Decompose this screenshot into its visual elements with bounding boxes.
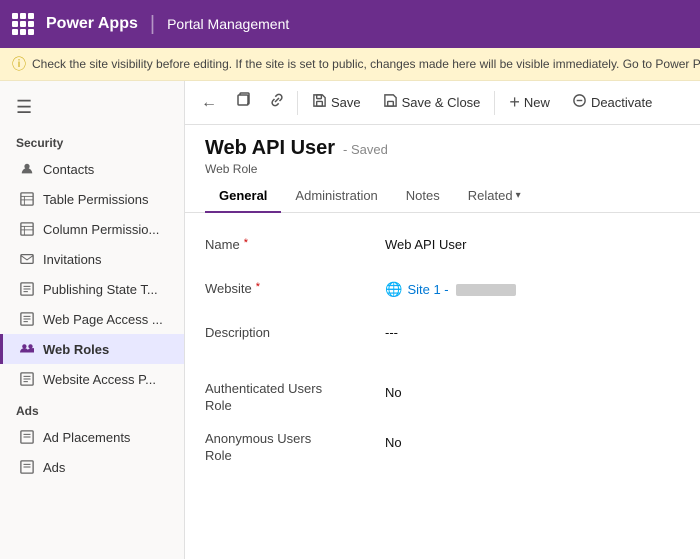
save-close-button[interactable]: Save & Close — [373, 88, 491, 117]
new-icon: + — [509, 92, 520, 113]
app-launcher-icon[interactable] — [12, 13, 34, 35]
back-icon: ← — [201, 94, 217, 112]
name-field-row: Name * Web API User — [205, 233, 680, 261]
authenticated-users-label: Authenticated Users Role — [205, 381, 385, 415]
tabs: General Administration Notes Related ▾ — [185, 180, 700, 213]
warning-text: Check the site visibility before editing… — [32, 57, 700, 71]
authenticated-users-value: No — [385, 381, 680, 400]
warning-bar: ⓘ Check the site visibility before editi… — [0, 48, 700, 81]
new-button[interactable]: + New — [499, 87, 560, 118]
sidebar-item-contacts-label: Contacts — [43, 162, 94, 177]
website-field-row: Website * 🌐 Site 1 - — [205, 277, 680, 305]
sidebar-item-publishing-state[interactable]: Publishing State T... — [0, 274, 184, 304]
record-title: Web API User — [205, 137, 335, 160]
copy-icon — [235, 92, 251, 113]
globe-icon: 🌐 — [385, 281, 402, 298]
sidebar-item-website-access[interactable]: Website Access P... — [0, 364, 184, 394]
invitations-icon — [19, 251, 35, 267]
sidebar-item-ad-placements[interactable]: Ad Placements — [0, 422, 184, 452]
sidebar-item-table-permissions[interactable]: Table Permissions — [0, 184, 184, 214]
tab-notes[interactable]: Notes — [392, 180, 454, 213]
chevron-down-icon: ▾ — [516, 190, 521, 201]
ads-icon — [19, 459, 35, 475]
website-label: Website * — [205, 277, 385, 296]
sidebar-item-web-page-access[interactable]: Web Page Access ... — [0, 304, 184, 334]
form-content: Name * Web API User Website * 🌐 Site 1 - — [185, 213, 700, 559]
link-button[interactable] — [261, 87, 293, 119]
record-type: Web Role — [205, 162, 680, 176]
anonymous-users-row: Anonymous Users Role No — [205, 431, 680, 465]
deactivate-button[interactable]: Deactivate — [562, 88, 662, 117]
description-field-row: Description --- — [205, 321, 680, 349]
record-saved-status: - Saved — [343, 142, 388, 157]
main-content: ← Save — [185, 81, 700, 559]
sidebar-item-invitations-label: Invitations — [43, 252, 102, 267]
new-label: New — [524, 95, 550, 110]
website-blurred — [456, 284, 516, 296]
toolbar-separator-2 — [494, 91, 495, 115]
tab-administration[interactable]: Administration — [281, 180, 391, 213]
app-name: Power Apps — [46, 15, 138, 33]
form-gap-2 — [205, 373, 680, 381]
link-icon — [269, 92, 285, 113]
sidebar-item-column-permissions[interactable]: Column Permissio... — [0, 214, 184, 244]
sidebar-item-invitations[interactable]: Invitations — [0, 244, 184, 274]
name-value: Web API User — [385, 233, 680, 252]
anonymous-users-label: Anonymous Users Role — [205, 431, 385, 465]
warning-icon: ⓘ — [12, 54, 26, 74]
sidebar-item-column-permissions-label: Column Permissio... — [43, 222, 159, 237]
tab-general[interactable]: General — [205, 180, 281, 213]
sidebar: ☰ Security Contacts Table Permissions Co… — [0, 81, 185, 559]
form-gap — [205, 365, 680, 373]
sidebar-item-web-page-access-label: Web Page Access ... — [43, 312, 163, 327]
save-button[interactable]: Save — [302, 88, 371, 117]
topbar-divider: | — [150, 13, 155, 36]
sidebar-item-web-roles-label: Web Roles — [43, 342, 109, 357]
description-value: --- — [385, 321, 680, 340]
website-link[interactable]: Site 1 - — [407, 282, 448, 297]
sidebar-item-ads[interactable]: Ads — [0, 452, 184, 482]
save-label: Save — [331, 95, 361, 110]
sidebar-item-website-access-label: Website Access P... — [43, 372, 156, 387]
portal-title: Portal Management — [167, 16, 289, 32]
tab-related[interactable]: Related ▾ — [454, 180, 535, 213]
deactivate-label: Deactivate — [591, 95, 652, 110]
web-roles-icon — [19, 341, 35, 357]
toolbar-separator-1 — [297, 91, 298, 115]
website-required-star: * — [256, 281, 260, 293]
sidebar-item-contacts[interactable]: Contacts — [0, 154, 184, 184]
sidebar-item-ad-placements-label: Ad Placements — [43, 430, 130, 445]
copy-button[interactable] — [227, 87, 259, 119]
anonymous-users-value: No — [385, 431, 680, 450]
authenticated-users-row: Authenticated Users Role No — [205, 381, 680, 415]
table-permissions-icon — [19, 191, 35, 207]
sidebar-section-security: Security — [0, 126, 184, 154]
web-page-access-icon — [19, 311, 35, 327]
back-button[interactable]: ← — [193, 87, 225, 119]
ad-placements-icon — [19, 429, 35, 445]
record-header: Web API User - Saved Web Role — [185, 125, 700, 180]
save-icon — [312, 93, 327, 112]
website-value: 🌐 Site 1 - — [385, 277, 680, 298]
save-close-icon — [383, 93, 398, 112]
layout: ☰ Security Contacts Table Permissions Co… — [0, 81, 700, 559]
website-access-icon — [19, 371, 35, 387]
column-permissions-icon — [19, 221, 35, 237]
publishing-state-icon — [19, 281, 35, 297]
sidebar-section-ads: Ads — [0, 394, 184, 422]
hamburger-icon[interactable]: ☰ — [0, 89, 184, 126]
description-label: Description — [205, 321, 385, 340]
name-required-star: * — [244, 237, 248, 249]
name-label: Name * — [205, 233, 385, 252]
sidebar-item-ads-label: Ads — [43, 460, 65, 475]
contacts-icon — [19, 161, 35, 177]
sidebar-item-publishing-state-label: Publishing State T... — [43, 282, 158, 297]
sidebar-item-table-permissions-label: Table Permissions — [43, 192, 149, 207]
save-close-label: Save & Close — [402, 95, 481, 110]
toolbar: ← Save — [185, 81, 700, 125]
topbar: Power Apps | Portal Management — [0, 0, 700, 48]
deactivate-icon — [572, 93, 587, 112]
sidebar-item-web-roles[interactable]: Web Roles — [0, 334, 184, 364]
